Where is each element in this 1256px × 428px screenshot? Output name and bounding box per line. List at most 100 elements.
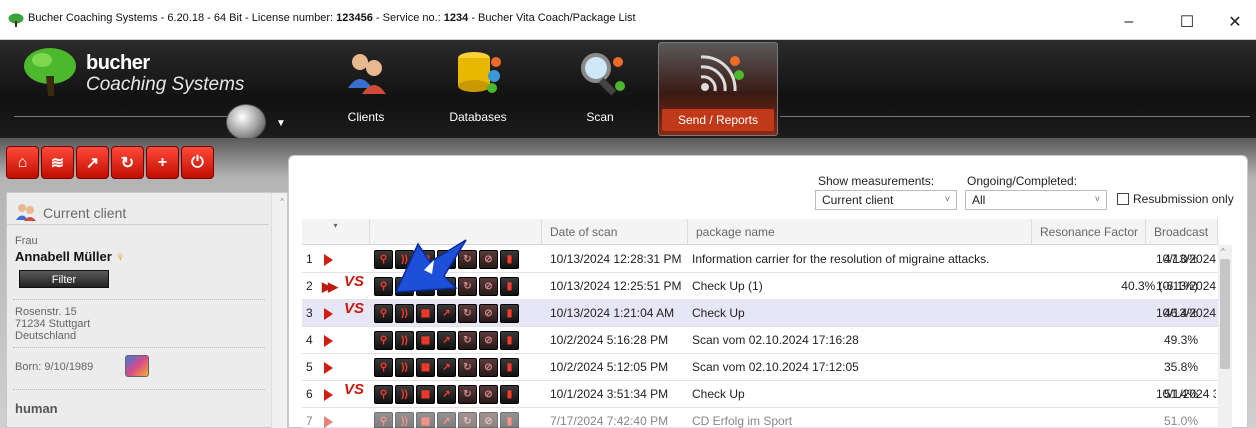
search-icon[interactable]: ⚲	[374, 412, 393, 428]
row-number: 2	[306, 279, 313, 293]
search-icon[interactable]: ⚲	[374, 304, 393, 323]
report-icon[interactable]: ▮	[500, 331, 519, 350]
grid-icon[interactable]: ▦	[416, 385, 435, 404]
export-icon[interactable]: ↗	[437, 385, 456, 404]
broadcast-column-header[interactable]: Broadcast	[1146, 219, 1218, 245]
bin-icon[interactable]: ⊘	[479, 277, 498, 296]
minimize-button[interactable]: –	[1106, 8, 1152, 36]
history-icon[interactable]: ↻	[458, 385, 477, 404]
ribbon-send-reports-label: Send / Reports	[662, 109, 774, 131]
history-icon[interactable]: ↻	[111, 146, 144, 179]
grid-icon[interactable]: ▦	[416, 412, 435, 428]
bin-icon[interactable]: ⊘	[479, 358, 498, 377]
play-icon[interactable]	[324, 362, 333, 374]
resonance-column-header[interactable]: Resonance Factor	[1032, 219, 1146, 245]
table-row[interactable]: 7 ⚲)) ▦ ↗ ↻ ⊘ ▮ 7/17/2024 7:42:40 PM CD Erfolg i…	[302, 408, 1218, 428]
export-icon[interactable]: ↗	[437, 358, 456, 377]
add-icon[interactable]: +	[146, 146, 179, 179]
maximize-button[interactable]: ☐	[1164, 8, 1210, 36]
report-icon[interactable]: ▮	[500, 385, 519, 404]
fast-forward-icon[interactable]: ▶▶	[322, 279, 338, 295]
package-column-header[interactable]: package name	[688, 219, 1032, 245]
sound-icon[interactable]: ))	[395, 385, 414, 404]
client-photo-icon[interactable]	[125, 355, 149, 377]
table-row[interactable]: 6 VS ⚲)) ▦ ↗ ↻ ⊘ ▮ 10/1/2024 3:51:34 PM Check Up 5…	[302, 381, 1218, 408]
package-name: Scan vom 02.10.2024 17:16:28	[692, 333, 859, 347]
history-icon[interactable]: ↻	[458, 358, 477, 377]
history-icon[interactable]: ↻	[458, 412, 477, 428]
bin-icon[interactable]: ⊘	[479, 331, 498, 350]
history-icon[interactable]: ↻	[458, 331, 477, 350]
left-panel-scrollbar[interactable]: ^	[271, 193, 287, 428]
report-icon[interactable]: ▮	[500, 250, 519, 269]
play-icon[interactable]	[324, 416, 333, 428]
row-number: 7	[306, 414, 313, 428]
show-measurements-value: Current client	[822, 193, 894, 207]
broadcast-date: 10/13/2024	[1156, 306, 1216, 320]
scan-waves-icon[interactable]: ≋	[41, 146, 74, 179]
package-name: Check Up	[692, 387, 745, 401]
sound-icon[interactable]: ))	[395, 331, 414, 350]
report-icon[interactable]: ▮	[500, 304, 519, 323]
table-scrollbar[interactable]: ^	[1218, 245, 1232, 428]
main-menu-orb-button[interactable]	[226, 104, 266, 140]
sort-column-header[interactable]: ▾	[302, 219, 370, 245]
table-row[interactable]: 4 ⚲)) ▦ ↗ ↻ ⊘ ▮ 10/2/2024 5:16:28 PM Scan vom 02…	[302, 327, 1218, 354]
row-action-icons: ⚲))▦↗↻⊘▮	[374, 304, 519, 323]
report-icon[interactable]: ▮	[500, 412, 519, 428]
stop-icon[interactable]: ⏻	[181, 146, 214, 179]
ribbon-databases-label: Databases	[449, 110, 507, 124]
grid-icon[interactable]: ▦	[416, 358, 435, 377]
scrollbar-thumb[interactable]	[1220, 259, 1230, 369]
sound-icon[interactable]: ))	[395, 358, 414, 377]
export-icon[interactable]: ↗	[437, 331, 456, 350]
resubmission-checkbox[interactable]	[1117, 193, 1129, 205]
date-column-header[interactable]: Date of scan	[542, 219, 688, 245]
play-icon[interactable]	[324, 254, 333, 266]
filter-button[interactable]: Filter	[19, 270, 109, 288]
play-icon[interactable]	[324, 389, 333, 401]
ribbon-clients-button[interactable]: Clients	[306, 42, 426, 136]
row-number: 4	[306, 333, 313, 347]
chevron-up-icon[interactable]: ^	[280, 197, 284, 206]
divider	[13, 389, 265, 390]
chevron-down-icon: ˅	[944, 194, 950, 204]
show-measurements-select[interactable]: Current client ˅	[815, 190, 957, 210]
export-icon[interactable]: ↗	[437, 304, 456, 323]
broadcast-date	[1156, 354, 1216, 381]
logo-wordmark: bucher	[86, 52, 150, 74]
ongoing-completed-select[interactable]: All ˅	[965, 190, 1107, 210]
ribbon-scan-button[interactable]: Scan	[540, 42, 660, 136]
bin-icon[interactable]: ⊘	[479, 385, 498, 404]
table-row[interactable]: 3 VS ⚲)) ▦ ↗ ↻ ⊘ ▮ 10/13/2024 1:21:04 AM Check Up…	[302, 300, 1218, 327]
search-icon[interactable]: ⚲	[374, 385, 393, 404]
sound-icon[interactable]: ))	[395, 412, 414, 428]
sound-icon[interactable]: ))	[395, 304, 414, 323]
search-icon[interactable]: ⚲	[374, 358, 393, 377]
search-icon[interactable]: ⚲	[374, 277, 393, 296]
report-icon[interactable]: ▮	[500, 358, 519, 377]
history-icon[interactable]: ↻	[458, 304, 477, 323]
bin-icon[interactable]: ⊘	[479, 412, 498, 428]
grid-icon[interactable]: ▦	[416, 304, 435, 323]
scan-date: 10/1/2024 3:51:34 PM	[550, 387, 669, 401]
report-icon[interactable]: ▮	[500, 277, 519, 296]
bin-icon[interactable]: ⊘	[479, 304, 498, 323]
ongoing-completed-value: All	[972, 193, 986, 207]
export-icon[interactable]: ↗	[437, 412, 456, 428]
grid-icon[interactable]: ▦	[416, 331, 435, 350]
bin-icon[interactable]: ⊘	[479, 250, 498, 269]
ribbon-send-reports-button[interactable]: Send / Reports	[658, 42, 778, 136]
table-row[interactable]: 5 ⚲)) ▦ ↗ ↻ ⊘ ▮ 10/2/2024 5:12:05 PM Scan vom 02…	[302, 354, 1218, 381]
play-icon[interactable]	[324, 308, 333, 320]
home-icon[interactable]: ⌂	[6, 146, 39, 179]
chevron-up-icon[interactable]: ^	[1221, 247, 1225, 256]
chevron-down-icon[interactable]: ▼	[276, 118, 286, 129]
ribbon-databases-button[interactable]: Databases	[418, 42, 538, 136]
search-icon[interactable]: ⚲	[374, 331, 393, 350]
export-icon[interactable]: ↗	[76, 146, 109, 179]
current-client-header[interactable]: Current client	[7, 199, 269, 225]
close-button[interactable]: ✕	[1212, 8, 1256, 36]
play-icon[interactable]	[324, 335, 333, 347]
search-icon[interactable]: ⚲	[374, 250, 393, 269]
